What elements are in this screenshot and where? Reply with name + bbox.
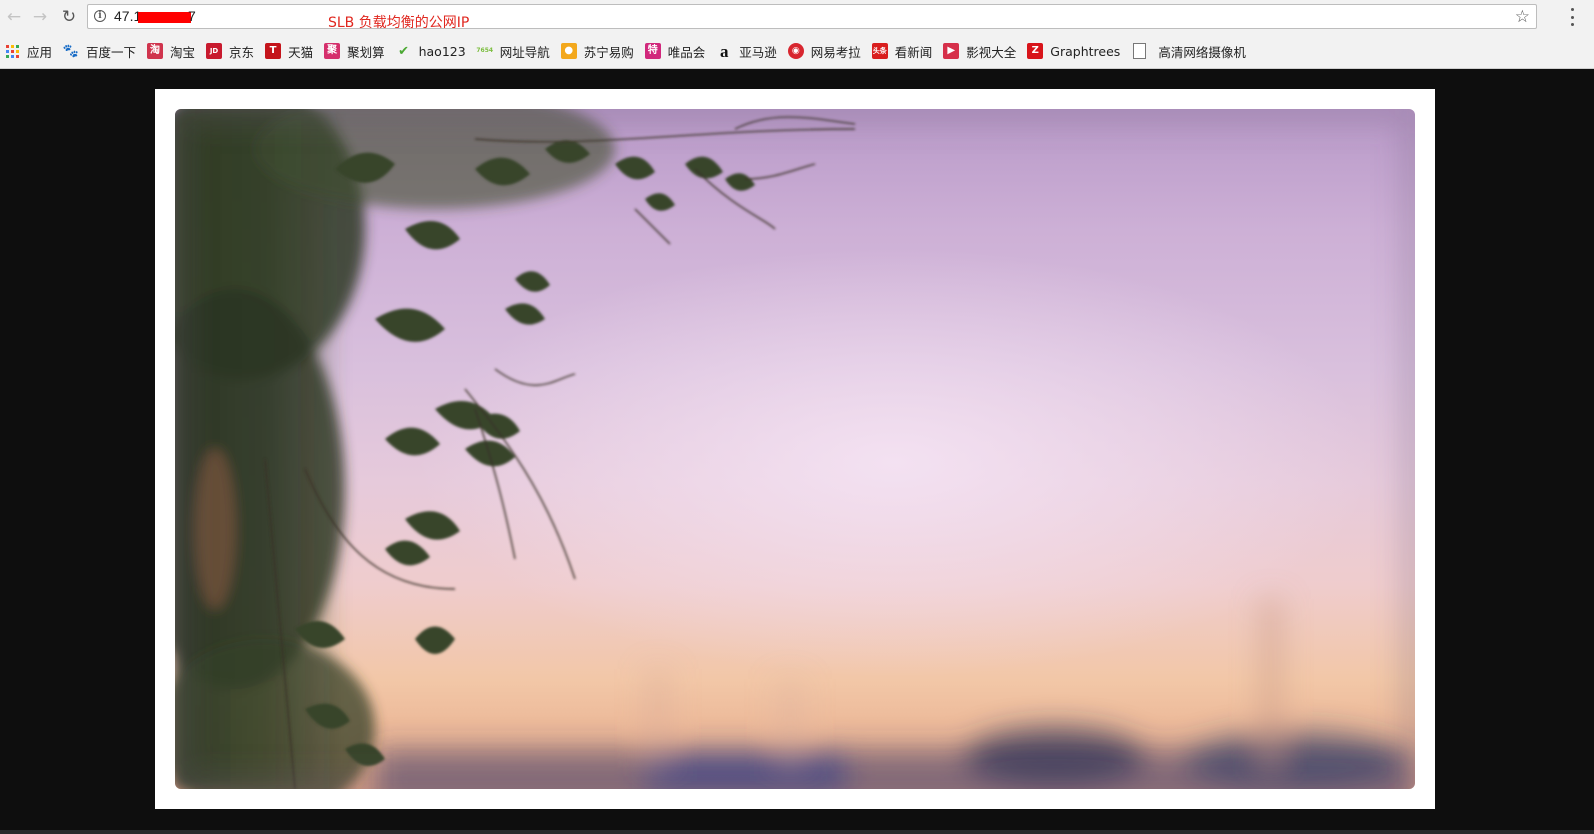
7654-icon: 7654 <box>476 47 494 54</box>
sunset-vine-photo <box>175 109 1415 789</box>
bookmark-item[interactable]: ▶ 影视大全 <box>943 42 1016 61</box>
browser-chrome: ← → ↻ i 47.1 7 SLB 负载均衡的公网IP ☆ 应用 🐾 百度一下淘淘… <box>0 0 1594 69</box>
url-redaction-mark <box>138 12 191 23</box>
bookmark-label: 应用 <box>27 44 53 60</box>
apps-grid-icon <box>6 44 19 58</box>
bookmark-label: 网易考拉 <box>810 44 861 60</box>
bookmark-item[interactable]: 高清网络摄像机 <box>1131 42 1246 61</box>
bookmark-label: 网址导航 <box>499 44 550 60</box>
taobao-icon: 淘 <box>147 43 164 59</box>
video-play-icon: ▶ <box>943 43 960 59</box>
bookmark-label: 淘宝 <box>170 44 196 60</box>
bookmark-item[interactable]: a 亚马逊 <box>716 42 777 61</box>
bookmark-label: 亚马逊 <box>739 44 777 60</box>
bookmark-item[interactable]: ✔ hao123 <box>396 43 466 59</box>
bookmark-item[interactable]: 头条 看新闻 <box>871 42 933 61</box>
tmall-icon: T <box>265 43 282 59</box>
hao123-icon: ✔ <box>398 43 410 59</box>
bookmark-label: Graphtrees <box>1050 43 1121 59</box>
bookmark-label: 百度一下 <box>86 44 137 60</box>
bookmark-item[interactable]: 聚聚划算 <box>324 42 385 61</box>
kaola-icon: ◉ <box>787 43 804 59</box>
vertical-dots-icon[interactable] <box>1571 8 1575 26</box>
vip-icon: 特 <box>644 43 661 59</box>
bookmark-item[interactable]: ● 苏宁易购 <box>560 42 634 61</box>
amazon-icon: a <box>719 41 729 61</box>
bookmarks-bar: 应用 🐾 百度一下淘淘宝 JD 京东 T 天猫聚聚划算 ✔ hao123 7654 网址导航 ● 苏宁易… <box>0 38 1594 64</box>
bookmark-item[interactable]: 淘淘宝 <box>147 42 195 61</box>
back-arrow-icon[interactable]: ← <box>2 5 26 29</box>
bookmark-item[interactable]: 应用 <box>6 42 52 61</box>
bookmark-item[interactable]: 🐾 百度一下 <box>63 42 136 61</box>
jd-icon: JD <box>206 43 223 59</box>
forward-arrow-icon[interactable]: → <box>28 5 52 29</box>
info-icon[interactable]: i <box>94 10 106 22</box>
reload-icon[interactable]: ↻ <box>57 5 81 29</box>
foliage-background <box>175 109 615 789</box>
blurred-buildings <box>375 599 1415 789</box>
bookmark-label: 聚划算 <box>347 44 385 60</box>
baidu-paw-icon: 🐾 <box>62 43 80 59</box>
bookmark-label: 看新闻 <box>894 44 933 60</box>
bookmark-label: 高清网络摄像机 <box>1158 44 1246 60</box>
news-icon: 头条 <box>871 43 888 59</box>
bookmark-label: 天猫 <box>288 44 314 60</box>
bookmark-item[interactable]: Z Graphtrees <box>1027 43 1120 59</box>
bookmark-item[interactable]: 特唯品会 <box>644 42 706 61</box>
bookmark-label: 影视大全 <box>966 44 1017 60</box>
bookmark-label: hao123 <box>418 43 466 59</box>
bookmark-label: 京东 <box>229 44 255 60</box>
bookmark-item[interactable]: 7654 网址导航 <box>476 42 550 61</box>
bookmark-item[interactable]: ◉ 网易考拉 <box>787 42 861 61</box>
graphtrees-z-icon: Z <box>1027 43 1044 59</box>
bookmark-label: 苏宁易购 <box>583 44 634 60</box>
address-bar[interactable]: i 47.1 7 SLB 负载均衡的公网IP ☆ <box>87 4 1537 31</box>
red-annotation-text: SLB 负载均衡的公网IP <box>328 15 470 31</box>
suning-icon: ● <box>560 43 577 59</box>
page-icon <box>1133 43 1147 59</box>
juhuasuan-icon: 聚 <box>324 43 341 59</box>
star-icon[interactable]: ☆ <box>1515 7 1530 27</box>
bookmark-label: 唯品会 <box>667 44 706 60</box>
browser-toolbar: ← → ↻ i 47.1 7 SLB 负载均衡的公网IP ☆ <box>0 0 1594 34</box>
page-bottom-edge <box>0 830 1594 834</box>
bookmark-item[interactable]: T 天猫 <box>265 42 313 61</box>
url-suffix: 7 <box>188 8 196 24</box>
photo-frame <box>155 89 1435 809</box>
bookmark-item[interactable]: JD 京东 <box>206 42 254 61</box>
